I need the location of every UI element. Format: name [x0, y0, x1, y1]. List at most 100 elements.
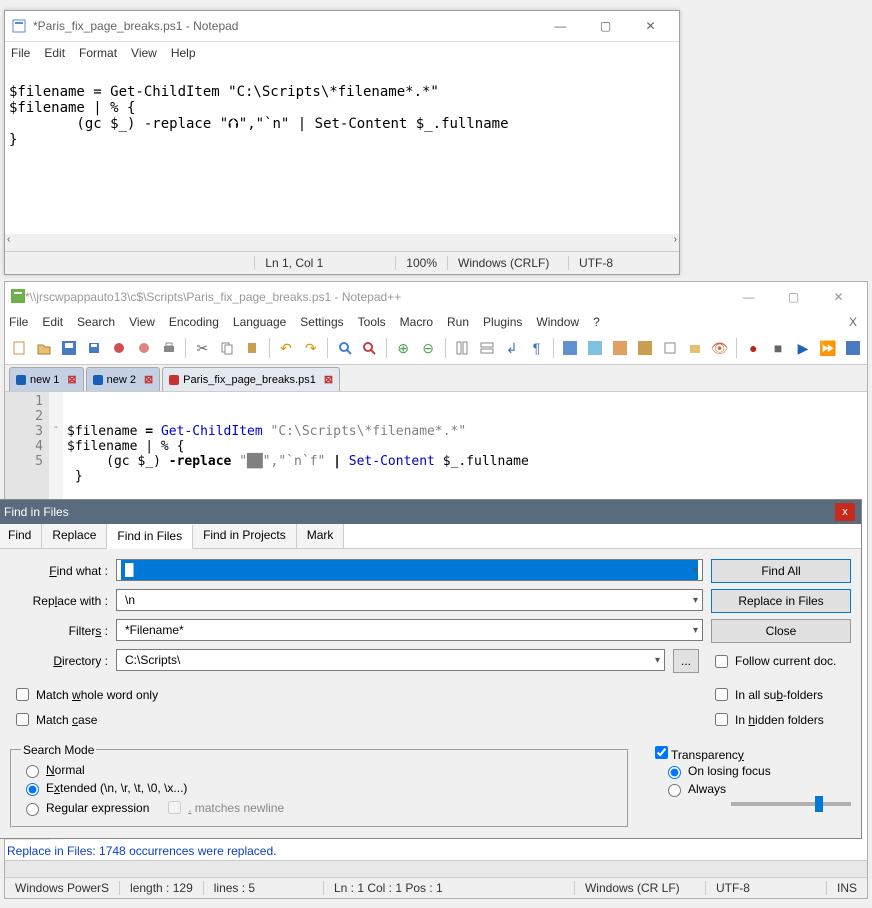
record-macro-icon[interactable]: ●	[743, 337, 764, 359]
directory-input[interactable]	[121, 650, 660, 670]
notepad-editor[interactable]: $filename = Get-ChildItem "C:\Scripts\*f…	[5, 64, 679, 234]
close-icon[interactable]: ⊠	[144, 373, 153, 386]
tab-find-in-files[interactable]: Find in Files	[107, 525, 193, 549]
tab-new1[interactable]: new 1 ⊠	[9, 367, 84, 391]
udl-icon[interactable]	[585, 337, 606, 359]
follow-current-checkbox[interactable]	[715, 655, 728, 668]
wrap-icon[interactable]: ↲	[501, 337, 522, 359]
scrollbar-horizontal[interactable]	[5, 860, 867, 877]
invisible-icon[interactable]: ¶	[526, 337, 547, 359]
menu-edit[interactable]: Edit	[44, 46, 65, 60]
doc-map-icon[interactable]	[610, 337, 631, 359]
close-button[interactable]: ✕	[628, 11, 673, 41]
menu-view[interactable]: View	[131, 46, 157, 60]
redo-icon[interactable]: ↷	[300, 337, 321, 359]
tab-mark[interactable]: Mark	[297, 524, 345, 548]
find-all-button[interactable]: Find All	[711, 559, 851, 583]
tab-find[interactable]: Find	[0, 524, 42, 548]
stop-macro-icon[interactable]: ■	[768, 337, 789, 359]
find-what-input[interactable]	[121, 560, 698, 580]
transparency-slider[interactable]	[731, 802, 851, 806]
close-button[interactable]: ✕	[816, 282, 861, 312]
menu-search[interactable]: Search	[77, 315, 115, 329]
indent-guide-icon[interactable]	[560, 337, 581, 359]
func-list-icon[interactable]	[659, 337, 680, 359]
menu-file[interactable]: File	[9, 315, 28, 329]
close-button-form[interactable]: Close	[711, 619, 851, 643]
sync-v-icon[interactable]	[452, 337, 473, 359]
toolbar-collapse-x[interactable]: X	[849, 315, 863, 329]
menu-format[interactable]: Format	[79, 46, 117, 60]
on-losing-focus-radio[interactable]	[668, 766, 681, 779]
save-icon[interactable]	[59, 337, 80, 359]
transparency-checkbox[interactable]	[655, 746, 668, 759]
subfolders-checkbox[interactable]	[715, 688, 728, 701]
menu-view[interactable]: View	[129, 315, 155, 329]
tab-replace[interactable]: Replace	[42, 524, 107, 548]
menu-settings[interactable]: Settings	[300, 315, 343, 329]
save-macro-icon[interactable]	[842, 337, 863, 359]
undo-icon[interactable]: ↶	[276, 337, 297, 359]
menu-run[interactable]: Run	[447, 315, 469, 329]
menu-tools[interactable]: Tools	[358, 315, 386, 329]
normal-radio[interactable]	[26, 765, 39, 778]
copy-icon[interactable]	[217, 337, 238, 359]
close-all-icon[interactable]	[133, 337, 154, 359]
maximize-button[interactable]: ▢	[583, 11, 628, 41]
menu-file[interactable]: File	[11, 46, 30, 60]
npp-titlebar[interactable]: *\\jrscwpappauto13\c$\Scripts\Paris_fix_…	[5, 282, 867, 312]
menu-macro[interactable]: Macro	[400, 315, 433, 329]
new-file-icon[interactable]	[9, 337, 30, 359]
slider-thumb[interactable]	[815, 796, 823, 812]
filters-input[interactable]	[121, 620, 698, 640]
dropdown-icon[interactable]: ▾	[693, 595, 698, 606]
status-insmode[interactable]: INS	[826, 881, 867, 895]
minimize-button[interactable]: —	[538, 11, 583, 41]
whole-word-checkbox[interactable]	[16, 688, 29, 701]
doc-list-icon[interactable]	[634, 337, 655, 359]
minimize-button[interactable]: —	[726, 282, 771, 312]
sync-h-icon[interactable]	[476, 337, 497, 359]
menu-language[interactable]: Language	[233, 315, 286, 329]
zoom-out-icon[interactable]: ⊖	[418, 337, 439, 359]
close-icon[interactable]: ⊠	[67, 373, 76, 386]
hidden-folders-checkbox[interactable]	[715, 713, 728, 726]
dropdown-icon[interactable]: ▾	[655, 655, 660, 666]
regex-radio[interactable]	[26, 803, 39, 816]
tab-paris-script[interactable]: Paris_fix_page_breaks.ps1 ⊠	[162, 367, 340, 391]
folder-ws-icon[interactable]	[684, 337, 705, 359]
extended-radio[interactable]	[26, 783, 39, 796]
menu-encoding[interactable]: Encoding	[169, 315, 219, 329]
dropdown-icon[interactable]: ▾	[693, 565, 698, 576]
close-button[interactable]: x	[835, 503, 855, 521]
tab-new2[interactable]: new 2 ⊠	[86, 367, 161, 391]
zoom-in-icon[interactable]: ⊕	[393, 337, 414, 359]
play-macro-icon[interactable]: ▶	[793, 337, 814, 359]
menu-help[interactable]: ?	[593, 315, 600, 329]
browse-button[interactable]: ...	[673, 649, 699, 673]
play-multi-icon[interactable]: ⏩	[817, 337, 838, 359]
always-radio[interactable]	[668, 784, 681, 797]
find-icon[interactable]	[334, 337, 355, 359]
replace-icon[interactable]	[359, 337, 380, 359]
maximize-button[interactable]: ▢	[771, 282, 816, 312]
dropdown-icon[interactable]: ▾	[693, 625, 698, 636]
save-all-icon[interactable]	[84, 337, 105, 359]
replace-in-files-button[interactable]: Replace in Files	[711, 589, 851, 613]
menu-help[interactable]: Help	[171, 46, 196, 60]
cut-icon[interactable]: ✂	[192, 337, 213, 359]
menu-edit[interactable]: Edit	[42, 315, 63, 329]
replace-with-input[interactable]	[121, 590, 698, 610]
open-file-icon[interactable]	[34, 337, 55, 359]
scrollbar-horizontal[interactable]: ‹›	[5, 234, 679, 251]
paste-icon[interactable]	[242, 337, 263, 359]
tab-find-in-projects[interactable]: Find in Projects	[193, 524, 297, 548]
print-icon[interactable]	[158, 337, 179, 359]
notepad-titlebar[interactable]: *Paris_fix_page_breaks.ps1 - Notepad — ▢…	[5, 11, 679, 42]
match-case-checkbox[interactable]	[16, 713, 29, 726]
menu-plugins[interactable]: Plugins	[483, 315, 522, 329]
monitor-icon[interactable]: 👁	[709, 337, 730, 359]
menu-window[interactable]: Window	[536, 315, 579, 329]
close-file-icon[interactable]	[108, 337, 129, 359]
dialog-titlebar[interactable]: Find in Files x	[0, 500, 861, 524]
